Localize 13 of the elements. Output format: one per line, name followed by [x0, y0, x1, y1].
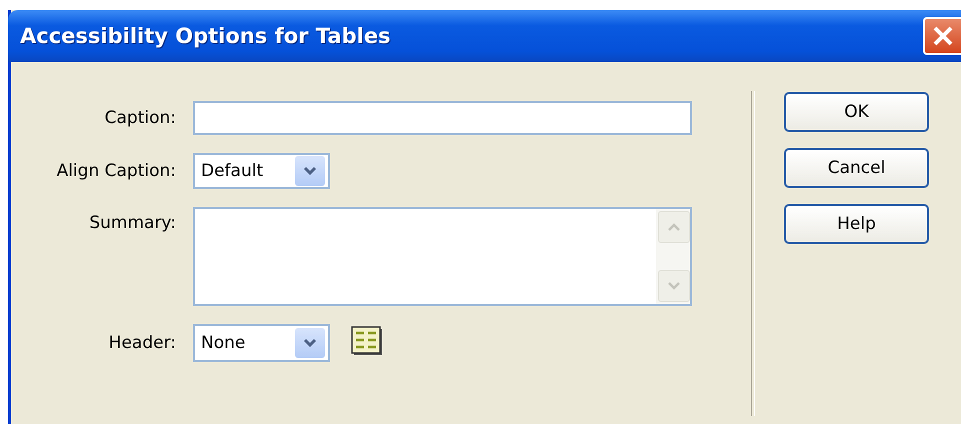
close-button[interactable] [923, 17, 961, 55]
window-title: Accessibility Options for Tables [19, 24, 391, 48]
field-label: Summary: [88, 212, 176, 233]
dropdown[interactable]: Default [193, 153, 330, 189]
caption-field[interactable] [193, 101, 692, 135]
close-icon [931, 24, 955, 48]
field-label: Header: [108, 333, 176, 353]
dialog-button[interactable]: OK [784, 92, 929, 132]
field-label: Align Caption: [56, 161, 176, 181]
dialog-button[interactable]: Cancel [784, 148, 929, 188]
field-label: Caption: [104, 108, 176, 128]
dropdown[interactable]: None [193, 324, 330, 362]
dialog-button[interactable]: Help [784, 204, 929, 244]
